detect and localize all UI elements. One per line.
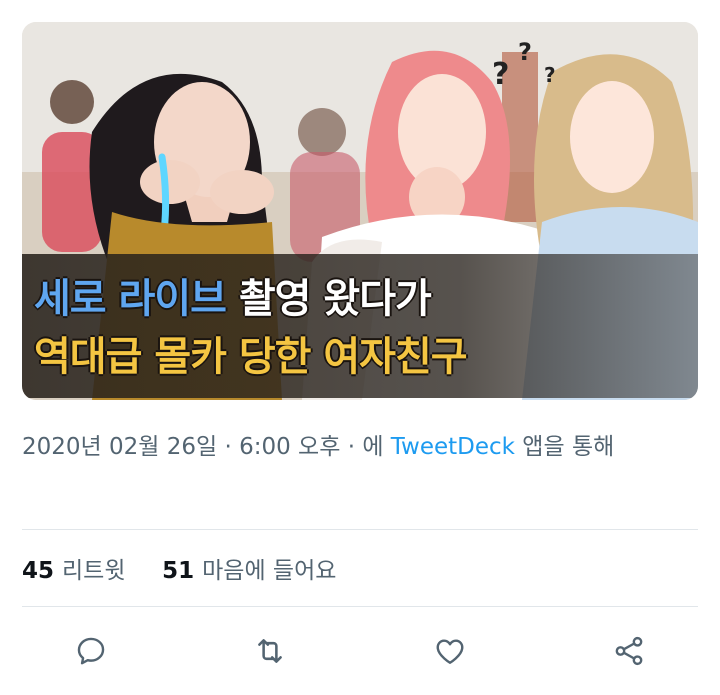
svg-text:?: ? — [544, 63, 556, 87]
likes-label: 마음에 들어요 — [202, 558, 337, 584]
like-icon — [436, 639, 464, 664]
retweet-button[interactable] — [247, 628, 293, 674]
retweets-label: 리트윗 — [62, 558, 126, 584]
divider-bottom — [22, 606, 698, 607]
tweet-source-suffix: 앱을 통해 — [515, 434, 615, 460]
caption-line-2: 역대급 몰카 당한 여자친구 — [34, 334, 468, 380]
svg-text:?: ? — [492, 57, 509, 92]
reply-icon — [77, 637, 105, 665]
engagement-stats: 45 리트윗 51 마음에 들어요 — [22, 554, 336, 588]
tweet-timestamp[interactable]: 2020년 02월 26일 · 6:00 오후 · 에 — [22, 434, 391, 460]
retweets-stat[interactable]: 45 리트윗 — [22, 558, 126, 584]
reply-button[interactable] — [68, 628, 114, 674]
tweet-source-link[interactable]: TweetDeck — [391, 434, 515, 460]
caption-line-1-rest: 촬영 왔다가 — [225, 276, 432, 322]
caption-line-1-highlight: 세로 라이브 — [34, 276, 227, 322]
retweets-count: 45 — [22, 558, 55, 584]
like-button[interactable] — [427, 628, 473, 674]
tweet-action-bar — [22, 628, 698, 674]
likes-count: 51 — [162, 558, 195, 584]
retweet-icon — [258, 639, 282, 663]
likes-stat[interactable]: 51 마음에 들어요 — [162, 558, 336, 584]
tweet-media-image[interactable]: ? ? ? 세로 라이브 촬영 왔다가 역대급 몰카 당한 여자친구 — [22, 22, 698, 400]
share-button[interactable] — [606, 628, 652, 674]
share-icon — [615, 636, 643, 666]
tweet-metadata: 2020년 02월 26일 · 6:00 오후 · 에 TweetDeck 앱을… — [22, 428, 698, 466]
divider-top — [22, 529, 698, 530]
caption-line-1: 세로 라이브 촬영 왔다가 — [34, 274, 432, 324]
svg-text:?: ? — [518, 38, 532, 66]
thumbnail-caption-banner: 세로 라이브 촬영 왔다가 역대급 몰카 당한 여자친구 — [22, 254, 698, 398]
